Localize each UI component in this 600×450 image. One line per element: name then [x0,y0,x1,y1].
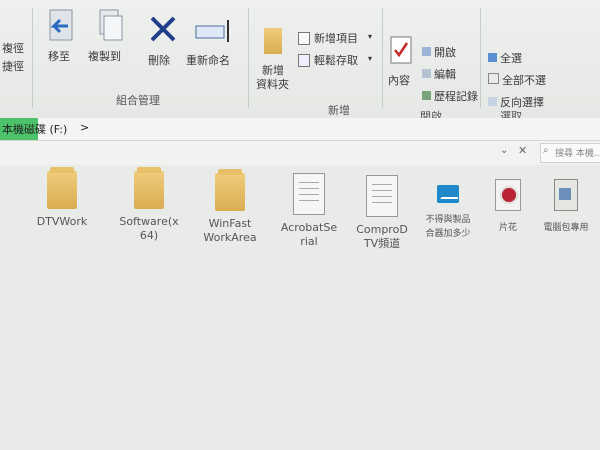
easy-access-button[interactable]: 輕鬆存取 ▾ [298,52,378,68]
ribbon-partial-label-1[interactable]: 複徑 [2,40,24,56]
delete-label: 刪除 [148,54,170,67]
toolbar-row: ⌄ ✕ ⌕ 搜尋 本機... [0,141,600,165]
list-item[interactable]: ComproD TV頻道 [352,175,412,251]
select-none-label: 全部不選 [502,74,546,87]
edit-button[interactable]: 編輯 [422,66,456,82]
search-icon: ⌕ [543,145,549,156]
list-item[interactable]: AcrobatSe rial [276,173,342,249]
group-organize-label: 組合管理 [116,94,160,107]
properties-label: 內容 [388,74,410,87]
new-item-icon [298,32,310,45]
new-folder-button[interactable]: 新增 資料夾 [254,28,294,94]
ribbon-divider [382,8,383,108]
package-icon [554,179,578,211]
close-icon[interactable]: ✕ [518,144,527,157]
edit-label: 編輯 [434,68,456,81]
list-item[interactable]: 電腦包專用 [538,179,594,235]
rename-button[interactable]: 重新命名 [186,18,242,78]
chevron-down-icon[interactable]: ⌄ [500,145,508,156]
file-name: WinFast [208,217,252,230]
file-name: 電腦包專用 [543,223,589,233]
text-file-icon [366,175,398,217]
copy-to-button[interactable]: 複製到 [88,8,134,78]
list-item[interactable]: Software(x 64) [114,167,184,243]
new-item-label: 新增項目 [314,32,358,45]
ribbon-partial-label-2[interactable]: 捷徑 [2,58,24,74]
file-name: AcrobatSe [280,221,338,234]
copy-to-icon [99,9,123,41]
file-name: 64) [139,229,159,242]
list-item[interactable]: DTVWork [30,167,94,229]
list-item[interactable]: WinFast WorkArea [198,169,262,245]
search-input[interactable]: 搜尋 本機... [555,146,600,159]
move-to-button[interactable]: 移至 [42,8,82,78]
copy-to-label: 複製到 [88,50,121,63]
mail-icon [437,185,459,203]
file-name: rial [300,235,318,248]
rename-icon [195,20,229,42]
list-item[interactable]: 片花 [488,179,528,235]
move-to-icon [49,9,73,41]
text-file-icon [293,173,325,215]
file-name: 片花 [498,223,517,233]
file-name: 合器加多少 [425,229,471,239]
move-to-label: 移至 [48,50,70,63]
new-item-button[interactable]: 新增項目 ▾ [298,30,378,46]
properties-icon [390,36,412,64]
ribbon-divider [32,8,33,108]
breadcrumb-chevron-icon[interactable]: > [80,121,89,134]
ribbon: 複徑 捷徑 移至 複製到 刪除 重新命名 組合管理 新增 資料夾 新增項目 ▾ … [0,0,600,123]
easy-access-label: 輕鬆存取 [314,54,358,67]
invert-selection-icon [488,97,497,106]
search-box[interactable]: ⌕ 搜尋 本機... [540,143,600,163]
folder-icon [215,169,245,211]
open-button[interactable]: 開啟 [422,44,456,60]
select-none-button[interactable]: 全部不選 [488,72,546,88]
folder-icon [134,167,164,209]
delete-button[interactable]: 刪除 [144,14,180,78]
easy-access-icon [298,54,310,67]
file-name: TV頻道 [363,237,401,250]
history-label: 歷程記錄 [434,90,478,103]
file-name: ComproD [356,223,408,236]
edit-icon [422,69,431,78]
disc-icon [495,179,521,211]
ribbon-divider [480,8,481,108]
address-bar[interactable]: 本機磁碟 (F:) > [0,118,600,141]
chevron-down-icon: ▾ [368,32,373,41]
folder-icon [264,28,282,54]
history-button[interactable]: 歷程記錄 [422,88,478,104]
file-name: WorkArea [203,231,257,244]
open-label: 開啟 [434,46,456,59]
folder-icon [47,167,77,209]
file-name: DTVWork [36,215,88,228]
open-icon [422,47,431,56]
properties-button[interactable]: 內容 [386,36,418,92]
address-path[interactable]: 本機磁碟 (F:) [2,121,67,137]
file-name: Software(x [119,215,179,228]
select-all-button[interactable]: 全選 [488,50,522,66]
select-none-icon [488,73,499,84]
delete-icon [150,16,176,42]
select-all-label: 全選 [500,52,522,65]
file-list: DTVWork Software(x 64) WinFast WorkArea … [0,165,600,450]
list-item[interactable]: 不得與製品 合器加多少 [420,179,476,241]
select-all-icon [488,53,497,62]
file-name: 不得與製品 [425,215,471,225]
group-new-label: 新增 [328,104,350,117]
history-icon [422,91,431,100]
chevron-down-icon: ▾ [368,54,373,63]
rename-label: 重新命名 [186,54,230,67]
ribbon-divider [248,8,249,108]
new-folder-label-2: 資料夾 [256,78,289,91]
